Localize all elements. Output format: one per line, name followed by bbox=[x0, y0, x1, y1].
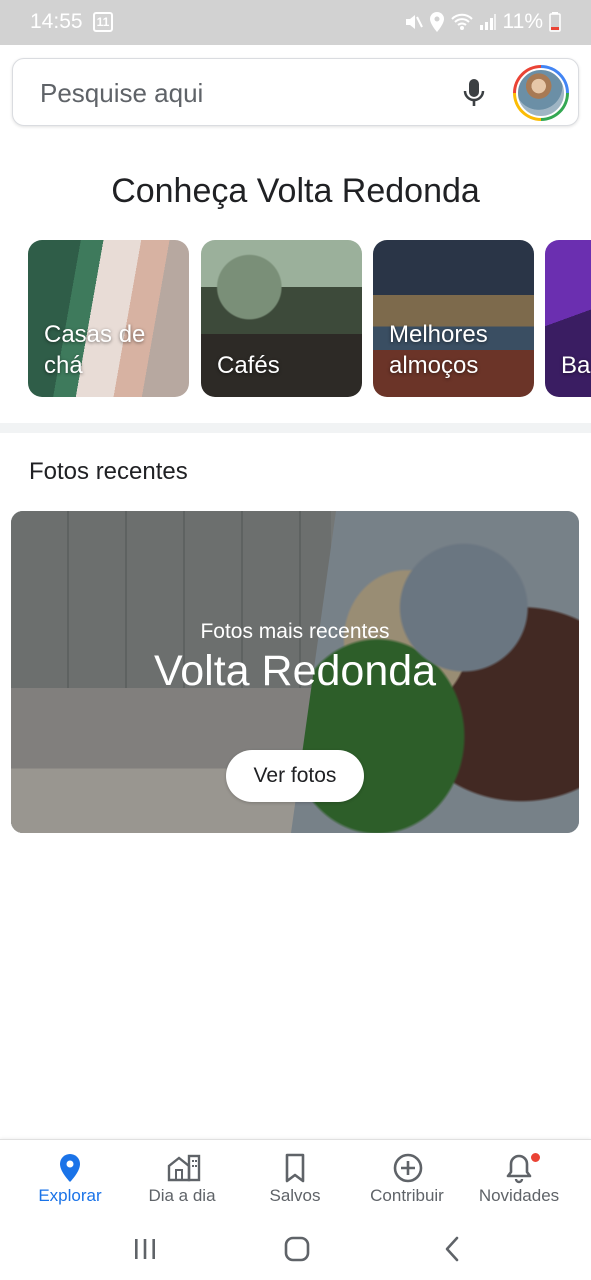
home-icon[interactable] bbox=[282, 1235, 312, 1263]
nav-label: Novidades bbox=[478, 1186, 560, 1205]
back-icon[interactable] bbox=[437, 1235, 467, 1263]
nav-label: Salvos bbox=[269, 1186, 321, 1205]
avatar-photo bbox=[516, 68, 566, 118]
search-bar[interactable] bbox=[12, 58, 579, 126]
mic-icon[interactable] bbox=[459, 77, 489, 109]
nav-label: Dia a dia bbox=[148, 1186, 216, 1205]
category-card-melhores-almocos[interactable]: Melhores almoços bbox=[373, 240, 534, 397]
nav-explore[interactable]: Explorar bbox=[11, 1140, 129, 1218]
battery-percent: 11% bbox=[502, 10, 543, 33]
mute-icon bbox=[405, 15, 423, 29]
wifi-icon bbox=[450, 13, 473, 30]
location-icon bbox=[429, 12, 444, 32]
category-card-label: Melhores almoços bbox=[389, 321, 488, 379]
explore-pin-icon bbox=[60, 1154, 80, 1182]
section-divider bbox=[0, 423, 591, 433]
avatar[interactable] bbox=[513, 65, 569, 121]
status-time: 14:55 bbox=[30, 10, 83, 33]
add-circle-icon bbox=[393, 1153, 423, 1183]
bookmark-icon bbox=[285, 1153, 305, 1183]
notification-dot-icon bbox=[530, 1152, 541, 1163]
signal-icon bbox=[479, 14, 496, 30]
category-cards: Casas de chá Cafés Melhores almoços Ba bbox=[28, 240, 591, 397]
nav-saved[interactable]: Salvos bbox=[236, 1140, 354, 1218]
recent-photos-banner[interactable]: Fotos mais recentes Volta Redonda Ver fo… bbox=[11, 511, 579, 833]
battery-icon bbox=[549, 12, 561, 32]
notification-badge-icon: 11 bbox=[93, 12, 113, 32]
recent-photos-heading: Fotos recentes bbox=[29, 458, 188, 485]
status-icons: 11% bbox=[403, 9, 561, 35]
recent-apps-icon[interactable] bbox=[130, 1235, 160, 1263]
category-card-label: Casas de chá bbox=[44, 321, 146, 379]
commute-icon bbox=[167, 1154, 201, 1182]
category-card-label: Ba bbox=[561, 352, 591, 379]
nav-label: Explorar bbox=[38, 1186, 102, 1205]
category-card-casas-de-cha[interactable]: Casas de chá bbox=[28, 240, 189, 397]
category-card-cafes[interactable]: Cafés bbox=[201, 240, 362, 397]
see-photos-button[interactable]: Ver fotos bbox=[226, 750, 364, 802]
status-bar: 14:55 11 11% bbox=[0, 0, 591, 45]
nav-commute[interactable]: Dia a dia bbox=[123, 1140, 241, 1218]
nav-contribute[interactable]: Contribuir bbox=[348, 1140, 466, 1218]
nav-label: Contribuir bbox=[370, 1186, 444, 1205]
system-nav-bar bbox=[0, 1217, 591, 1280]
banner-subtitle: Fotos mais recentes bbox=[200, 620, 390, 643]
bottom-nav: Explorar Dia a dia Salvos Contribuir Nov… bbox=[0, 1139, 591, 1217]
category-card-bares[interactable]: Ba bbox=[545, 240, 591, 397]
banner-title: Volta Redonda bbox=[153, 647, 437, 695]
search-input[interactable] bbox=[40, 79, 420, 107]
category-card-label: Cafés bbox=[217, 352, 280, 379]
discover-title: Conheça Volta Redonda bbox=[111, 172, 480, 210]
nav-updates[interactable]: Novidades bbox=[460, 1140, 578, 1218]
